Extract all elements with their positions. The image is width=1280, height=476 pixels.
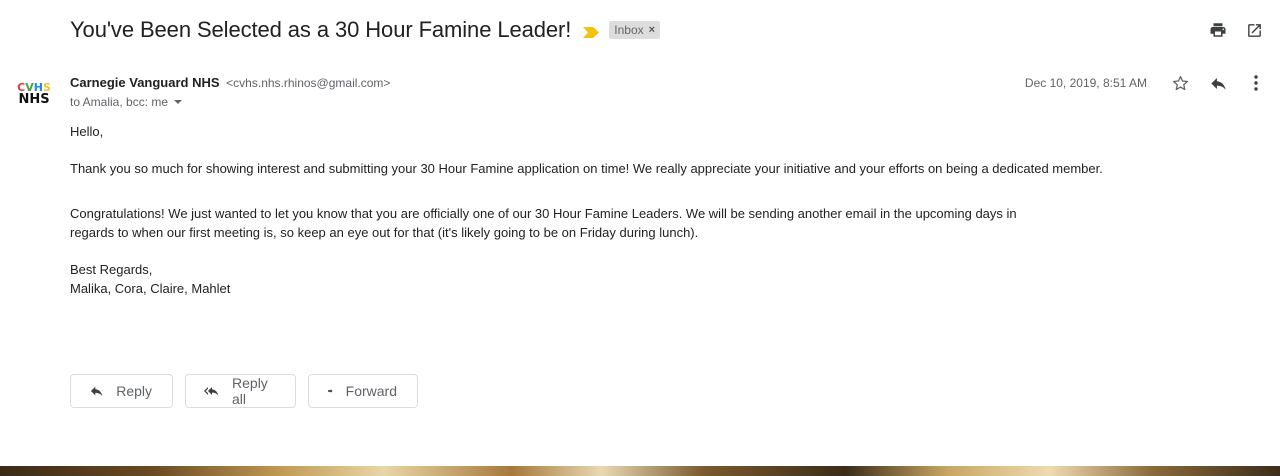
greeting: Hello,	[70, 124, 104, 139]
email-subject: You've Been Selected as a 30 Hour Famine…	[70, 17, 572, 42]
paragraph-1: Thank you so much for showing interest a…	[70, 161, 1103, 176]
top-toolbar	[1208, 20, 1264, 40]
forward-button[interactable]: Forward	[308, 374, 418, 408]
importance-marker-icon[interactable]	[583, 25, 600, 38]
more-vert-icon[interactable]	[1246, 73, 1266, 93]
email-body: Hello, Thank you so much for showing int…	[70, 122, 1103, 298]
avatar-line-2: NHS	[18, 92, 50, 107]
email-date: Dec 10, 2019, 8:51 AM	[1024, 76, 1147, 90]
label-text: Inbox	[614, 23, 644, 37]
reply-button[interactable]: Reply	[70, 374, 173, 408]
sender-email: <cvhs.nhs.rhinos@gmail.com>	[226, 76, 391, 90]
reply-all-button[interactable]: Reply all	[185, 374, 296, 408]
reply-label: Reply	[116, 383, 152, 399]
open-in-new-window-icon[interactable]	[1244, 20, 1264, 40]
sender-row: Carnegie Vanguard NHS <cvhs.nhs.rhinos@g…	[70, 75, 390, 90]
remove-label-button[interactable]: ×	[649, 24, 655, 36]
message-actions	[1170, 73, 1266, 93]
inbox-label-chip: Inbox ×	[609, 21, 661, 39]
forward-label: Forward	[345, 383, 397, 399]
paragraph-2-line-1: Congratulations! We just wanted to let y…	[70, 206, 1017, 221]
background-image-strip	[0, 466, 1280, 476]
sender-name[interactable]: Carnegie Vanguard NHS	[70, 75, 220, 90]
recipients-row: to Amalia, bcc: me	[70, 95, 183, 109]
reply-all-icon	[204, 386, 219, 396]
paragraph-2-line-2: regards to when our first meeting is, so…	[70, 225, 699, 240]
print-icon[interactable]	[1208, 20, 1228, 40]
signature: Malika, Cora, Claire, Mahlet	[70, 281, 231, 296]
forward-icon	[328, 389, 333, 393]
reply-icon[interactable]	[1208, 73, 1228, 93]
recipients-text: to Amalia, bcc: me	[70, 95, 169, 109]
show-details-icon[interactable]	[174, 100, 183, 104]
sender-avatar: CVHS NHS	[14, 74, 54, 114]
subject-row: You've Been Selected as a 30 Hour Famine…	[70, 17, 661, 43]
reply-all-label: Reply all	[232, 375, 268, 407]
reply-icon	[90, 386, 103, 397]
star-icon[interactable]	[1170, 73, 1190, 93]
reply-actions: Reply Reply all Forward	[70, 374, 418, 408]
closing: Best Regards,	[70, 262, 153, 277]
